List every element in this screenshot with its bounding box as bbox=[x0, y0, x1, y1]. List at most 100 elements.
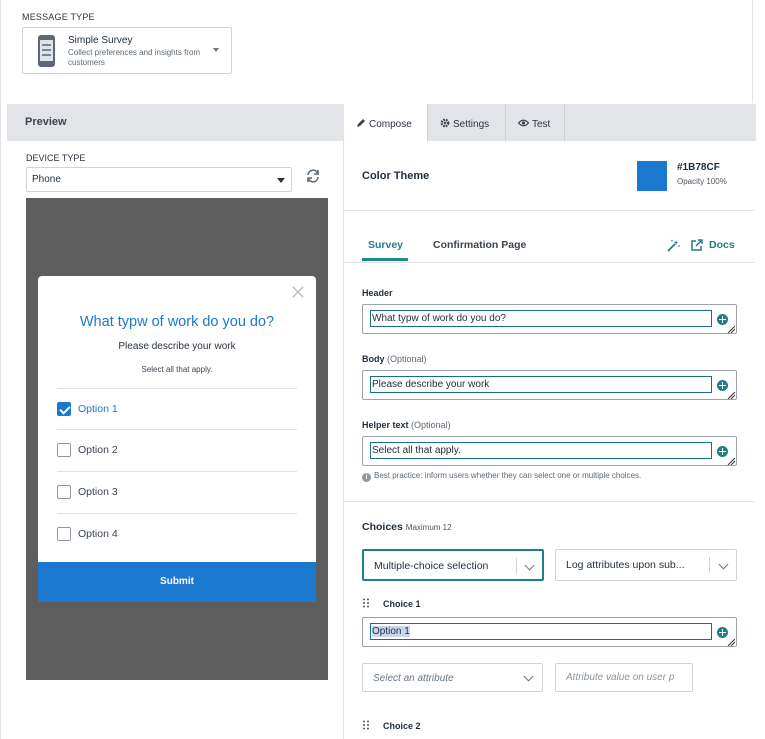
checkbox[interactable] bbox=[57, 443, 71, 457]
eye-icon bbox=[518, 119, 529, 127]
body-input[interactable]: Please describe your work bbox=[370, 376, 712, 393]
chevron-down-icon bbox=[523, 671, 534, 682]
header-input-value: What typw of work do you do? bbox=[372, 313, 506, 324]
submit-label: Submit bbox=[160, 576, 194, 587]
helper-input-value: Select all that apply. bbox=[372, 445, 461, 456]
resize-handle-icon[interactable] bbox=[727, 391, 735, 399]
divider bbox=[57, 429, 297, 430]
choices-label-text: Choices bbox=[362, 521, 403, 533]
color-theme-label: Color Theme bbox=[362, 170, 430, 182]
subtab-confirmation-page[interactable]: Confirmation Page bbox=[433, 239, 526, 251]
tab-test[interactable]: Test bbox=[506, 104, 565, 141]
selection-type-dropdown[interactable]: Multiple-choice selection bbox=[362, 549, 544, 581]
add-personalization-icon[interactable] bbox=[717, 627, 728, 638]
divider bbox=[344, 262, 755, 263]
choices-max: Maximum 12 bbox=[405, 523, 452, 532]
log-attributes-value: Log attributes upon sub... bbox=[566, 559, 685, 571]
submit-button[interactable]: Submit bbox=[38, 562, 316, 602]
tab-label: Test bbox=[532, 119, 551, 130]
option-item[interactable]: Option 3 bbox=[57, 484, 297, 502]
gear-icon bbox=[440, 118, 450, 128]
preview-title: Preview bbox=[25, 116, 67, 128]
option-label: Option 2 bbox=[78, 444, 118, 456]
survey-modal: What typw of work do you do? Please desc… bbox=[38, 276, 316, 602]
option-item[interactable]: Option 4 bbox=[57, 526, 297, 544]
device-type-select[interactable]: Phone bbox=[26, 167, 292, 192]
left-border bbox=[0, 0, 1, 739]
add-personalization-icon[interactable] bbox=[717, 380, 728, 391]
message-type-title: Simple Survey bbox=[68, 35, 133, 46]
selection-type-value: Multiple-choice selection bbox=[374, 560, 489, 572]
tab-label: Compose bbox=[369, 119, 412, 130]
app-root: MESSAGE TYPE Simple Survey Collect prefe… bbox=[0, 0, 765, 739]
helper-field[interactable]: Select all that apply. bbox=[362, 436, 737, 466]
drag-handle-icon[interactable] bbox=[362, 720, 370, 730]
best-practice-text: Best practice: inform users whether they… bbox=[374, 471, 642, 480]
optional-tag: (Optional) bbox=[411, 420, 451, 430]
info-icon: i bbox=[362, 473, 371, 482]
helper-label-text: Helper text bbox=[362, 420, 409, 430]
header-field[interactable]: What typw of work do you do? bbox=[362, 304, 737, 334]
caret-down-icon bbox=[213, 48, 219, 52]
divider bbox=[57, 388, 297, 389]
divider bbox=[57, 513, 297, 514]
modal-body: Please describe your work bbox=[118, 341, 236, 352]
add-personalization-icon[interactable] bbox=[717, 446, 728, 457]
dropdown-separator bbox=[516, 558, 517, 574]
divider bbox=[344, 501, 755, 502]
body-input-value: Please describe your work bbox=[372, 379, 490, 390]
body-field[interactable]: Please describe your work bbox=[362, 370, 737, 400]
checkbox[interactable] bbox=[57, 527, 71, 541]
header-label-text: Header bbox=[362, 288, 393, 298]
tab-compose[interactable]: Compose bbox=[344, 104, 428, 141]
chevron-down-icon bbox=[524, 560, 535, 571]
checkbox[interactable] bbox=[57, 485, 71, 499]
option-label: Option 4 bbox=[78, 528, 118, 540]
subtab-survey[interactable]: Survey bbox=[368, 239, 403, 251]
dropdown-separator bbox=[709, 557, 710, 573]
header-field-label: Header bbox=[362, 288, 393, 298]
choice-1-field[interactable]: Option 1 bbox=[362, 617, 737, 647]
divider bbox=[57, 471, 297, 472]
resize-handle-icon[interactable] bbox=[727, 325, 735, 333]
tab-settings[interactable]: Settings bbox=[428, 104, 506, 141]
log-attributes-dropdown[interactable]: Log attributes upon sub... bbox=[555, 549, 737, 581]
helper-input[interactable]: Select all that apply. bbox=[370, 442, 712, 459]
option-item[interactable]: Option 1 bbox=[57, 401, 297, 419]
resize-handle-icon[interactable] bbox=[727, 457, 735, 465]
header-input[interactable]: What typw of work do you do? bbox=[370, 310, 712, 327]
option-item[interactable]: Option 2 bbox=[57, 442, 297, 460]
message-type-select[interactable]: Simple Survey Collect preferences and in… bbox=[22, 27, 232, 74]
drag-handle-icon[interactable] bbox=[362, 598, 370, 608]
preview-header: Preview bbox=[7, 104, 343, 141]
color-hex: #1B78CF bbox=[677, 162, 720, 173]
resize-handle-icon[interactable] bbox=[727, 638, 735, 646]
device-type-value: Phone bbox=[32, 174, 61, 185]
magic-wand-icon[interactable] bbox=[667, 239, 680, 252]
chevron-down-icon bbox=[718, 559, 729, 570]
body-label-text: Body bbox=[362, 354, 385, 364]
message-type-label: MESSAGE TYPE bbox=[22, 12, 95, 22]
external-link-icon[interactable] bbox=[691, 239, 703, 251]
add-personalization-icon[interactable] bbox=[717, 314, 728, 325]
modal-header: What typw of work do you do? bbox=[79, 314, 275, 330]
phone-survey-icon bbox=[38, 35, 55, 67]
color-opacity: Opacity 100% bbox=[677, 177, 727, 186]
close-icon[interactable] bbox=[292, 286, 304, 298]
body-field-label: Body (Optional) bbox=[362, 354, 427, 364]
option-label: Option 3 bbox=[78, 486, 118, 498]
attribute-value-input[interactable] bbox=[555, 663, 693, 692]
choices-label: Choices Maximum 12 bbox=[362, 521, 452, 533]
message-type-description: Collect preferences and insights from cu… bbox=[68, 48, 201, 67]
color-swatch[interactable] bbox=[637, 161, 667, 191]
attribute-select[interactable]: Select an attribute bbox=[362, 663, 543, 692]
choice-1-value: Option 1 bbox=[372, 626, 410, 637]
device-type-label: DEVICE TYPE bbox=[26, 153, 86, 163]
refresh-icon[interactable] bbox=[305, 168, 321, 184]
tabs-bar: Compose Settings Test bbox=[344, 104, 756, 141]
docs-link[interactable]: Docs bbox=[709, 239, 735, 251]
choice-1-input[interactable]: Option 1 bbox=[370, 623, 712, 640]
panel-divider bbox=[343, 104, 344, 739]
option-label: Option 1 bbox=[78, 403, 118, 415]
checkbox-checked[interactable] bbox=[57, 402, 71, 416]
